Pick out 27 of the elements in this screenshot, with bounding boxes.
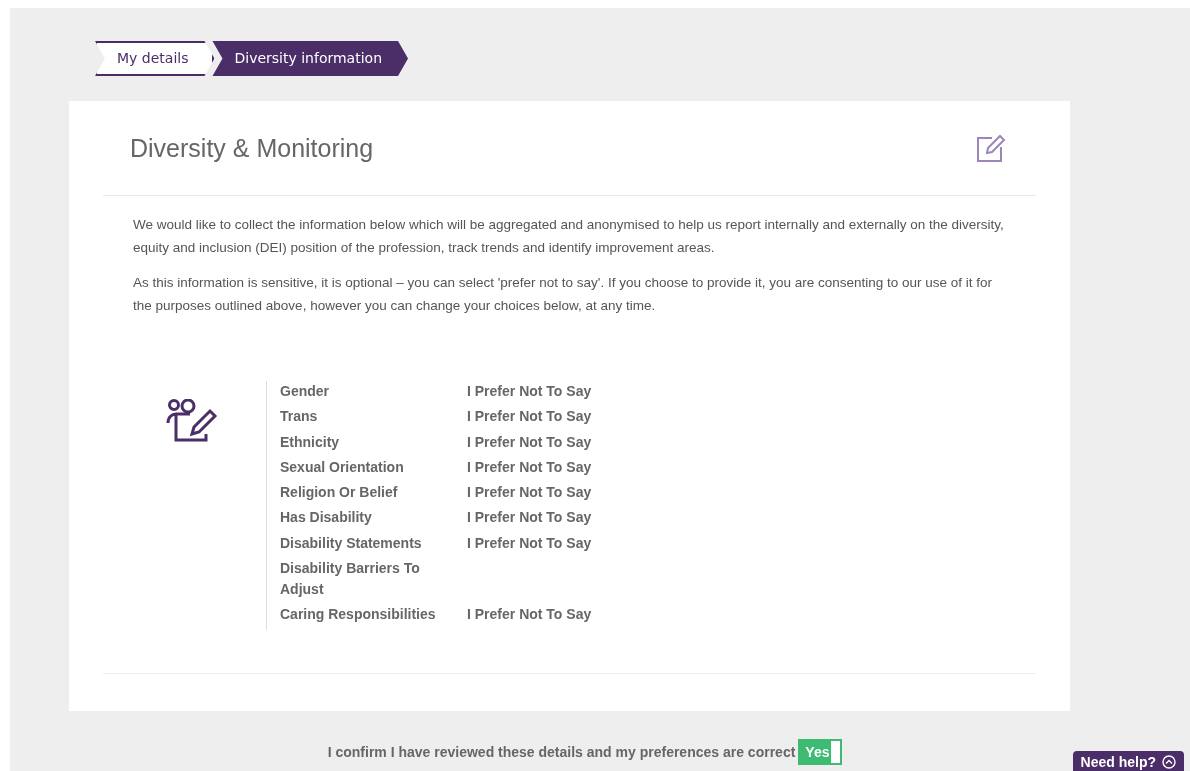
edit-icon[interactable] — [976, 133, 1006, 163]
chevron-up-icon — [1162, 755, 1176, 769]
field-value: I Prefer Not To Say — [467, 605, 592, 625]
info-paragraph: We would like to collect the information below which will be aggregated and anonymised to help us report internally and externally on the diversity, equity and inclusion (DEI) position of the profession, track trends and identify improvement areas. — [133, 216, 1005, 257]
field-value: I Prefer Not To Say — [467, 382, 592, 401]
help-button[interactable]: Need help? — [1072, 751, 1184, 771]
field-label: Has Disability — [280, 508, 373, 528]
field-label: Trans — [280, 407, 319, 427]
field-label: Caring Responsibilities — [280, 605, 437, 625]
field-label: Disability Barriers To Adjust — [280, 559, 421, 600]
info-paragraph: As this information is sensitive, it is optional – you can select 'prefer not to say'. If you choose to provide it, you are consenting to our use of it for the purposes outlined above, however you can change your choices below, at any time. — [133, 274, 994, 315]
confirm-label: I confirm I have reviewed these details and my preferences are correct — [327, 744, 796, 760]
field-value: I Prefer Not To Say — [467, 457, 592, 477]
field-label: Gender — [280, 382, 330, 401]
field-value: I Prefer Not To Say — [467, 407, 592, 427]
breadcrumb-step[interactable]: My details — [95, 41, 215, 76]
field-value: I Prefer Not To Say — [467, 533, 592, 553]
card-title: Diversity & Monitoring — [130, 133, 374, 163]
breadcrumb-step[interactable]: Diversity information — [212, 41, 408, 76]
field-label: Sexual Orientation — [280, 457, 405, 477]
field-label: Religion Or Belief — [280, 483, 399, 503]
field-value: I Prefer Not To Say — [467, 432, 592, 452]
field-label: Ethnicity — [280, 432, 341, 452]
people-edit-icon — [166, 399, 220, 443]
field-value: I Prefer Not To Say — [467, 483, 592, 503]
field-value: I Prefer Not To Say — [467, 508, 592, 528]
field-label: Disability Statements — [280, 533, 423, 553]
